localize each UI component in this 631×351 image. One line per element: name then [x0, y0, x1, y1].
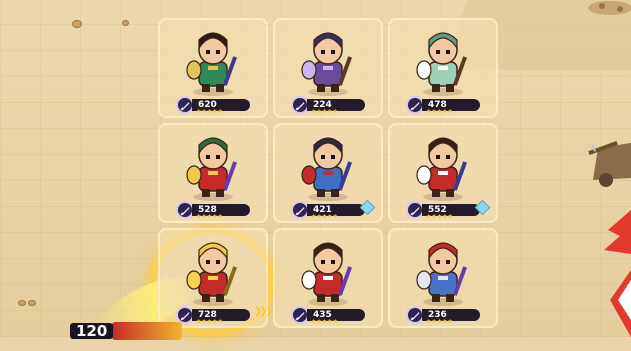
hero-character[interactable]	[182, 236, 244, 306]
hero-power-badge: 478 ★★★★★	[406, 96, 480, 115]
hero-character[interactable]	[297, 236, 359, 306]
hero-star-rating: ★★★★★	[311, 318, 338, 325]
pebble	[72, 20, 82, 28]
hero-character[interactable]	[297, 26, 359, 96]
hero-star-rating: ★★★★★	[426, 213, 453, 220]
hero-star-rating: ★★★★★	[196, 108, 223, 115]
hero-power-badge: 435 ★★★★★	[291, 306, 365, 325]
hero-character[interactable]	[412, 131, 474, 201]
hero-star-rating: ★★★★★	[311, 108, 338, 115]
hero-slot[interactable]: 728 ❯❯❯ ★★★★★	[158, 228, 273, 328]
hero-slot[interactable]: 528 ★★★★★	[158, 123, 268, 223]
hero-slot[interactable]: 421 ★★★★★	[273, 123, 383, 223]
pebble	[122, 20, 129, 26]
hero-power-badge: 552 ★★★★★	[406, 199, 491, 220]
hero-grid: 620 ★★★★★ 224 ★★★★★ 478 ★★★★★ 528 ★★★★★ 421 ★★★★★…	[158, 18, 504, 337]
top-right-rubble-decor	[588, 1, 631, 15]
hero-power-badge: 620 ★★★★★	[176, 96, 250, 115]
hero-power-badge: 528 ★★★★★	[176, 201, 250, 220]
hero-star-rating: ★★★★★	[426, 318, 453, 325]
hero-star-rating: ★★★★★	[196, 318, 223, 325]
hero-slot[interactable]: 435 ★★★★★	[273, 228, 383, 328]
enemy-banner-decor	[604, 210, 631, 337]
pebble	[18, 300, 26, 306]
hero-character[interactable]	[412, 236, 474, 306]
hero-slot[interactable]: 478 ★★★★★	[388, 18, 498, 118]
hero-power-badge: 236 ★★★★★	[406, 306, 480, 325]
hero-character[interactable]	[297, 131, 359, 201]
hero-star-rating: ★★★★★	[426, 108, 453, 115]
pebble	[28, 300, 36, 306]
hero-character[interactable]	[182, 26, 244, 96]
broken-cart-decor	[588, 140, 631, 187]
hero-power-badge: 728 ❯❯❯ ★★★★★	[176, 306, 273, 325]
hero-character[interactable]	[182, 131, 244, 201]
hero-slot[interactable]: 552 ★★★★★	[388, 123, 498, 223]
hero-slot[interactable]: 620 ★★★★★	[158, 18, 268, 118]
hero-power-badge: 224 ★★★★★	[291, 96, 365, 115]
hero-star-rating: ★★★★★	[196, 213, 223, 220]
level-value: 120	[76, 322, 108, 340]
hero-card-banner[interactable]	[112, 322, 182, 340]
hero-slot[interactable]: 236 ★★★★★	[388, 228, 498, 328]
hero-slot[interactable]: 224 ★★★★★	[273, 18, 383, 118]
hero-power-badge: 421 ★★★★★	[291, 199, 376, 220]
hero-star-rating: ★★★★★	[311, 213, 338, 220]
upgrade-chevron-icon: ❯❯❯	[253, 306, 273, 317]
hero-character[interactable]	[412, 26, 474, 96]
